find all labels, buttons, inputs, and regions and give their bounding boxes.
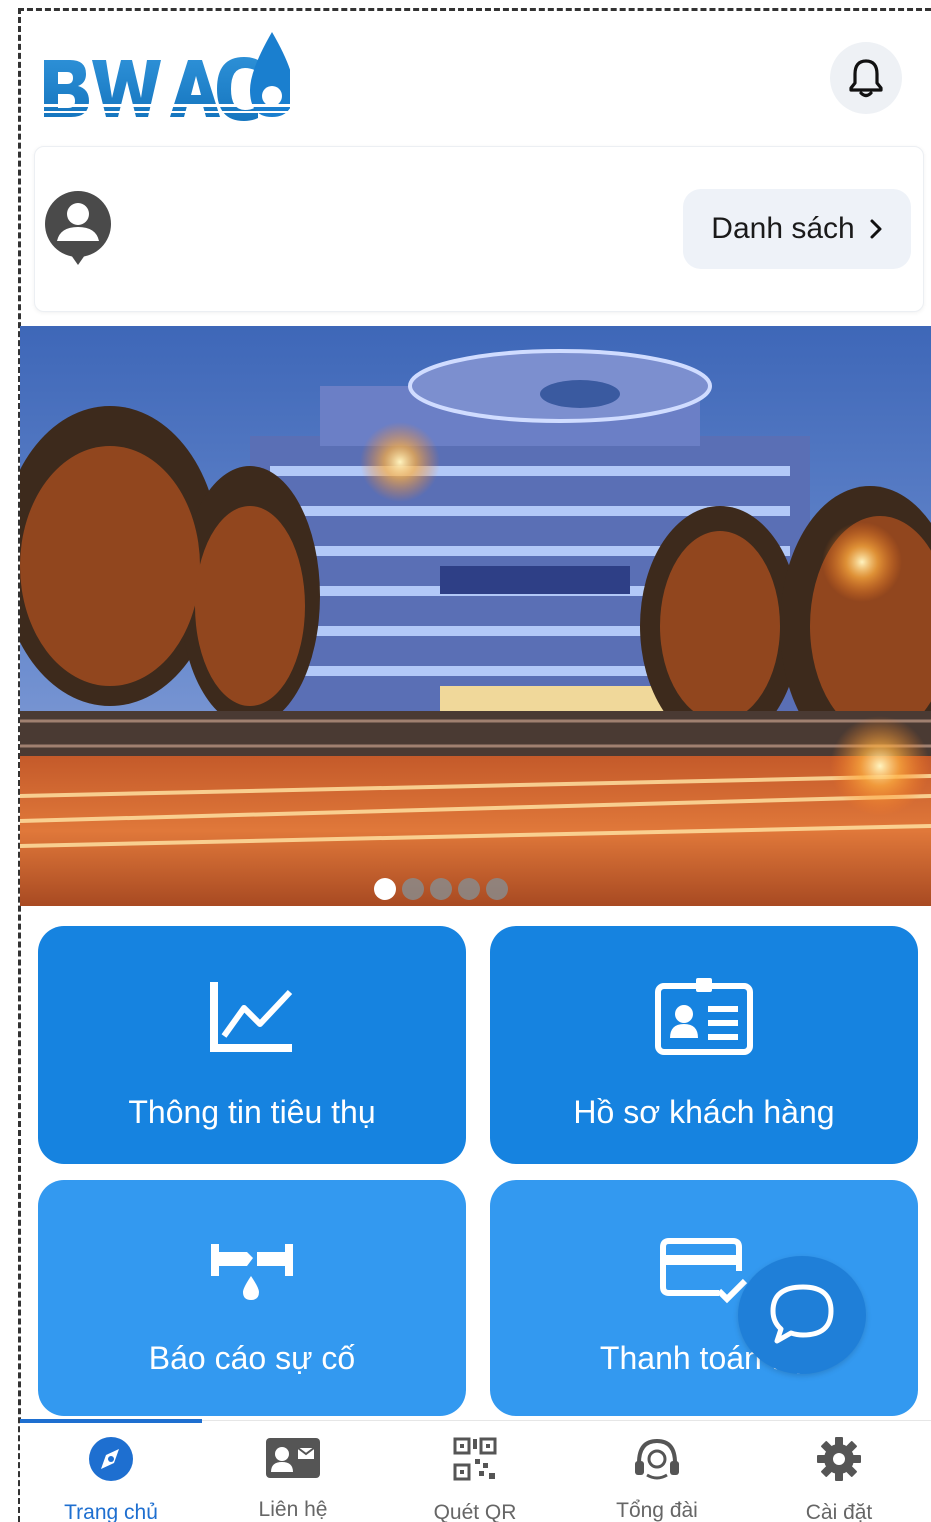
tile-label: Hồ sơ khách hàng: [573, 1094, 835, 1130]
tab-label: Trang chủ: [64, 1501, 158, 1522]
tab-settings[interactable]: Cài đặt: [748, 1421, 930, 1522]
credit-card-check-icon: [660, 1238, 748, 1304]
bottom-tab-bar: Trang chủ Liên hệ Quét QR Tổng đài Cài đ…: [20, 1419, 931, 1522]
headset-icon: [635, 1438, 679, 1480]
tab-contact[interactable]: Liên hệ: [202, 1421, 384, 1522]
tile-customer-profile[interactable]: Hồ sơ khách hàng: [490, 926, 918, 1164]
tab-label: Quét QR: [433, 1501, 517, 1522]
banner-carousel[interactable]: [20, 326, 931, 906]
qr-code-icon: [453, 1437, 497, 1481]
carousel-dot[interactable]: [457, 878, 480, 900]
carousel-dot[interactable]: [401, 878, 424, 900]
tile-label: Báo cáo sự cố: [148, 1340, 356, 1376]
bell-icon: [849, 59, 883, 98]
id-card-icon: [655, 978, 753, 1055]
user-avatar-icon[interactable]: [43, 189, 117, 267]
tab-hotline[interactable]: Tổng đài: [566, 1421, 748, 1522]
pipe-leak-icon: [211, 1244, 293, 1300]
app-header: [20, 12, 931, 142]
line-chart-icon: [210, 982, 293, 1052]
gear-icon: [817, 1437, 861, 1481]
tile-incident-report[interactable]: Báo cáo sự cố: [38, 1180, 466, 1416]
contact-card-icon: [266, 1437, 320, 1478]
carousel-indicator: [20, 878, 931, 900]
carousel-dot[interactable]: [429, 878, 452, 900]
chat-button[interactable]: [738, 1256, 866, 1374]
list-button[interactable]: Danh sách: [683, 189, 911, 269]
tab-label: Cài đặt: [805, 1501, 873, 1522]
tab-label: Liên hệ: [258, 1498, 328, 1521]
list-button-label: Danh sách: [711, 212, 855, 245]
tab-home[interactable]: Trang chủ: [20, 1421, 202, 1522]
chat-bubble-icon: [770, 1284, 834, 1344]
bwaco-logo: [40, 30, 294, 135]
carousel-dot[interactable]: [485, 878, 508, 900]
carousel-dot[interactable]: [373, 878, 396, 900]
tab-scan-qr[interactable]: Quét QR: [384, 1421, 566, 1522]
active-tab-indicator: [20, 1419, 202, 1423]
chevron-right-icon: [870, 219, 882, 239]
tile-label: Thông tin tiêu thụ: [128, 1094, 376, 1130]
tab-label: Tổng đài: [616, 1499, 698, 1522]
banner-building-image: [20, 326, 931, 906]
tile-consumption-info[interactable]: Thông tin tiêu thụ: [38, 926, 466, 1164]
notification-button[interactable]: [830, 42, 902, 114]
account-card: Danh sách: [34, 146, 924, 312]
compass-icon: [89, 1437, 133, 1481]
